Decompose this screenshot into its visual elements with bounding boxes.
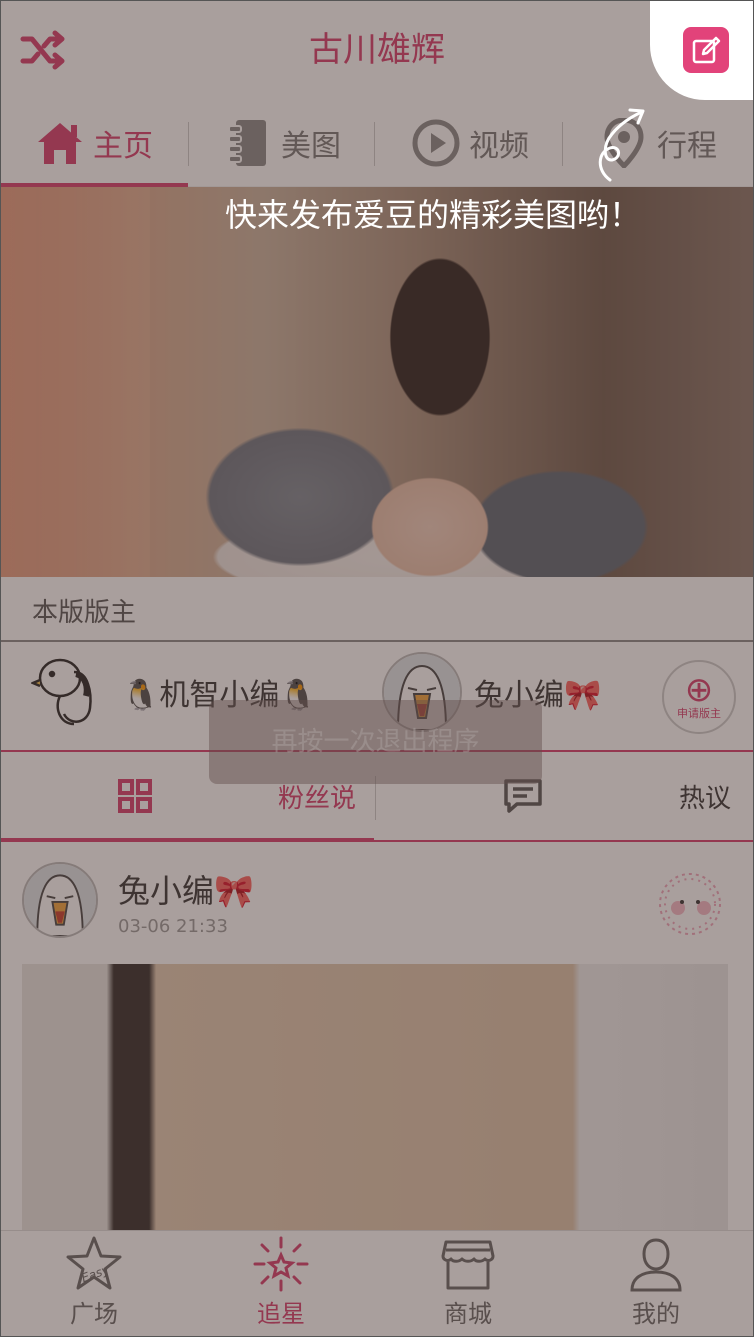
nav-follow-star-label: 追星 <box>257 1300 305 1328</box>
post-author-avatar[interactable] <box>22 862 98 938</box>
apply-moderator-button[interactable]: ⊕ 申请版主 <box>662 660 736 734</box>
banner-image[interactable] <box>0 187 754 577</box>
grid-icon <box>118 779 152 813</box>
nav-plaza-label: 广场 <box>70 1300 118 1328</box>
star-icon: Easy <box>64 1234 124 1294</box>
nav-me[interactable]: 我的 <box>596 1234 716 1334</box>
tab-schedule-label: 行程 <box>657 129 717 164</box>
post-timestamp: 03-06 21:33 <box>118 916 228 937</box>
fluffy-mascot-icon <box>650 862 730 942</box>
nav-me-label: 我的 <box>632 1300 680 1328</box>
home-icon <box>35 118 85 168</box>
notebook-icon <box>223 118 273 168</box>
post-image[interactable] <box>22 964 728 1230</box>
nav-follow-star[interactable]: 追星 <box>221 1234 341 1334</box>
shop-icon <box>438 1234 498 1294</box>
tab-videos-label: 视频 <box>469 129 529 164</box>
tab-videos[interactable]: 视频 <box>376 100 564 186</box>
tab-divider <box>374 122 375 166</box>
page-title: 古川雄辉 <box>309 30 445 70</box>
nav-plaza[interactable]: Easy 广场 <box>34 1234 154 1334</box>
nav-shop[interactable]: 商城 <box>408 1234 528 1334</box>
active-subtab-indicator <box>0 838 374 841</box>
tab-home-label: 主页 <box>93 129 153 164</box>
toast-message: 再按一次退出程序 <box>209 700 542 784</box>
compose-button[interactable] <box>683 27 729 73</box>
tab-divider <box>562 122 563 166</box>
post-author-name[interactable]: 兔小编🎀 <box>118 866 254 912</box>
guide-tip-text: 快来发布爱豆的精彩美图哟！ <box>225 196 642 234</box>
shuffle-icon[interactable] <box>20 30 66 70</box>
moderators-title: 本版版主 <box>32 598 137 628</box>
guide-arrow-icon <box>590 100 660 190</box>
apply-moderator-label: 申请版主 <box>677 707 721 720</box>
edit-icon <box>691 35 721 65</box>
tab-photos-label: 美图 <box>281 129 341 164</box>
nav-shop-label: 商城 <box>444 1300 492 1328</box>
tab-hot-topics-label: 热议 <box>679 783 732 814</box>
tab-photos[interactable]: 美图 <box>188 100 376 186</box>
play-icon <box>411 118 461 168</box>
divider <box>0 640 754 642</box>
avatar <box>30 652 110 732</box>
user-icon <box>626 1234 686 1294</box>
tab-home[interactable]: 主页 <box>0 100 188 186</box>
sparkle-star-icon <box>251 1234 311 1294</box>
plus-icon: ⊕ <box>684 670 714 710</box>
banner-image-light <box>0 187 150 577</box>
